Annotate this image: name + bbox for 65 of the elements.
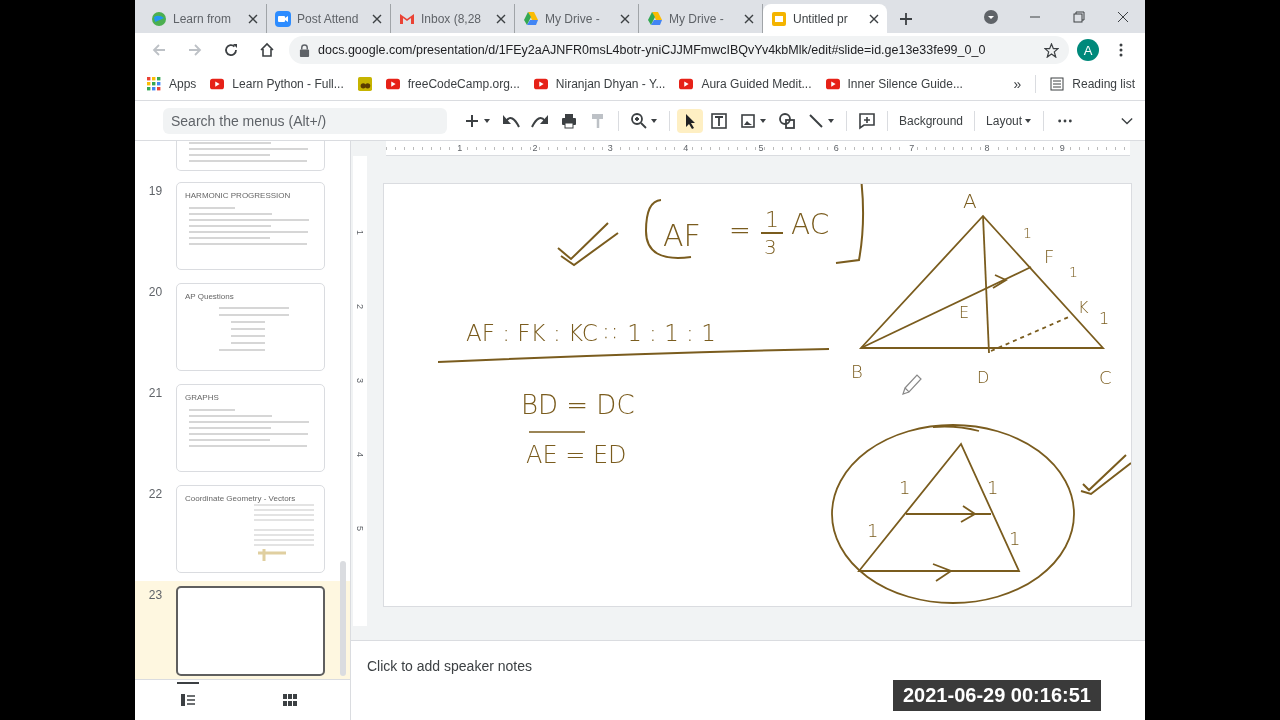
bookmark[interactable]: Apps xyxy=(147,76,197,91)
handwritten-text: AE = ED xyxy=(526,441,627,469)
tab-title: Untitled pr xyxy=(793,11,849,26)
browser-tab[interactable]: Post Attend xyxy=(267,4,391,33)
bookmark[interactable]: freeCodeCamp.org... xyxy=(385,76,520,91)
browser-tab[interactable]: My Drive - xyxy=(515,4,639,33)
browser-tab[interactable]: Untitled pr xyxy=(763,4,887,33)
speaker-notes-prompt[interactable]: Click to add speaker notes xyxy=(367,658,532,674)
handwritten-text: 1 xyxy=(1009,528,1021,549)
bookmark[interactable]: Niranjan Dhyan - Y... xyxy=(533,76,666,91)
slide-number: 22 xyxy=(147,486,164,503)
handwritten-text: AC xyxy=(791,208,830,241)
bookmark[interactable]: Inner Silence Guide... xyxy=(825,76,963,91)
slide-number: 20 xyxy=(147,284,164,301)
handwritten-text: A xyxy=(963,189,977,213)
handwritten-text: F xyxy=(1044,246,1055,267)
thumbnail-title: GRAPHS xyxy=(185,393,220,402)
handwritten-text: = xyxy=(729,215,751,245)
slide-thumbnail[interactable]: Coordinate Geometry - Vectors xyxy=(176,485,325,573)
horizontal-ruler: 1 2 3 4 5 6 7 8 9 xyxy=(386,141,1130,156)
thumbnail-title: Coordinate Geometry - Vectors xyxy=(185,494,297,503)
slide-thumbnail[interactable]: HARMONIC PROGRESSION xyxy=(176,182,325,270)
tab-title: Post Attend xyxy=(297,11,360,26)
timestamp-overlay: 2021-06-29 00:16:51 xyxy=(893,680,1101,711)
tab-title: Inbox (8,28 xyxy=(421,11,483,26)
tab-title: My Drive - xyxy=(669,11,725,26)
reading-list-button[interactable]: Reading list xyxy=(1050,76,1135,91)
address-bar[interactable]: docs.google.com/presentation/d/1FEy2aAJNFR0msL4botr-yniCJJMFmwcIBQvYv4kbMlk/edit#slide=id.ge13e33fe99_0_0 xyxy=(289,36,1069,64)
profile-avatar[interactable]: A xyxy=(1077,39,1099,61)
layout-button[interactable]: Layout xyxy=(982,109,1037,132)
slide-number: 23 xyxy=(147,587,164,604)
tab-title: Learn from xyxy=(173,11,233,26)
handwritten-text: AF : FK : KC ∷ 1 : 1 : 1 xyxy=(466,320,716,346)
handwritten-text: BD = DC xyxy=(521,390,635,420)
handwritten-text: 1 xyxy=(899,477,911,498)
handwritten-text: 1 xyxy=(1099,309,1110,328)
thumbnail-title: HARMONIC PROGRESSION xyxy=(185,191,292,200)
handwritten-text: B xyxy=(851,361,863,382)
bookmark[interactable]: Aura Guided Medit... xyxy=(679,76,812,91)
handwritten-text: 1 xyxy=(1069,264,1078,280)
slide-thumbnail[interactable]: GRAPHS xyxy=(176,384,325,472)
handwritten-text: K xyxy=(1078,298,1089,317)
handwritten-text: 1 xyxy=(765,207,779,232)
vertical-ruler: 1 2 3 4 5 xyxy=(353,156,367,626)
browser-tab[interactable]: My Drive - xyxy=(639,4,763,33)
handwritten-text: 1 xyxy=(867,520,879,541)
handwritten-text: 1 xyxy=(987,477,999,498)
slide-thumbnail[interactable]: AP Questions xyxy=(176,283,325,371)
browser-tab[interactable]: Learn from xyxy=(143,4,267,33)
browser-tab[interactable]: Inbox (8,28 xyxy=(391,4,515,33)
bookmark[interactable]: Learn Python - Full... xyxy=(210,76,344,91)
handwritten-text: C xyxy=(1099,367,1112,388)
handwritten-text: 3 xyxy=(764,235,777,259)
background-button[interactable]: Background xyxy=(895,109,968,132)
more-bookmarks-button[interactable]: » xyxy=(1013,75,1022,92)
tab-title: My Drive - xyxy=(545,11,601,26)
url-text: docs.google.com/presentation/d/1FEy2aAJNFR0msL4botr-yniCJJMFmwcIBQvYv4kbMlk/edit#slide=id.ge13e33fe99_0_0 xyxy=(318,43,987,57)
handwritten-text: E xyxy=(959,303,970,322)
handwritten-text: 1 xyxy=(1023,225,1032,241)
handwritten-text: D xyxy=(977,368,990,387)
slide-number: 21 xyxy=(147,385,164,402)
search-menus-field[interactable]: Search the menus (Alt+/) xyxy=(163,107,447,134)
slide-number: 19 xyxy=(147,183,164,200)
handwritten-text: AF xyxy=(663,218,701,253)
thumbnail-title: AP Questions xyxy=(185,292,235,301)
